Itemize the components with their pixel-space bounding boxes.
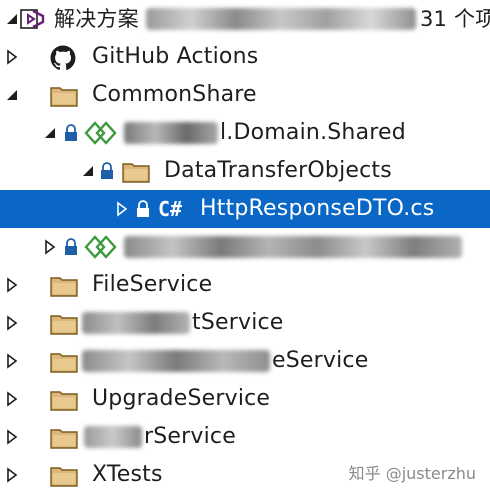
folder-icon [50,87,78,107]
tree-item-label: DataTransferObjects [164,158,392,183]
tree-item-label: eService [272,348,369,373]
solution-explorer-tree: 解决方案 31 个项 GitHub Actions CommonShare l.… [0,0,490,500]
collapsed-arrow-icon[interactable] [4,467,20,483]
tree-item-fileservice[interactable]: FileService [0,266,490,304]
watermark: 知乎 @justerzhu [348,464,476,483]
tree-item-label: UpgradeService [92,386,271,411]
tree-item-commonshare[interactable]: CommonShare [0,76,490,114]
collapsed-arrow-icon[interactable] [4,429,20,445]
tree-item-label: CommonShare [92,82,257,107]
folder-icon [122,163,150,183]
folder-icon [50,391,78,411]
collapsed-arrow-icon[interactable] [4,353,20,369]
redacted-project-name [124,236,462,258]
solution-root-row[interactable]: 解决方案 31 个项 [0,0,490,38]
tree-item-label: tService [192,310,284,335]
tree-item-label: XTests [92,462,163,487]
folder-icon [50,277,78,297]
collapsed-arrow-icon[interactable] [4,315,20,331]
solution-label: 解决方案 [54,7,139,31]
collapsed-arrow-icon[interactable] [114,201,130,217]
collapsed-arrow-icon[interactable] [4,49,20,65]
expanded-arrow-icon[interactable] [42,125,58,141]
redacted-solution-name [146,8,416,30]
lock-icon [65,238,77,255]
tree-item-label: FileService [92,272,213,297]
expanded-arrow-icon[interactable] [4,87,20,103]
visual-studio-solution-icon [20,9,45,29]
redacted-folder-name [82,350,270,372]
folder-icon [50,353,78,373]
lock-icon [101,162,113,179]
csharp-project-icon [84,235,117,259]
tree-item-github-actions[interactable]: GitHub Actions [0,38,490,76]
solution-project-count: 31 个项 [420,7,490,31]
csharp-file-icon: C# [158,197,183,221]
expanded-arrow-icon[interactable] [4,11,20,27]
lock-icon [137,200,149,217]
folder-icon [50,315,78,335]
tree-item-label: GitHub Actions [92,44,259,69]
collapsed-arrow-icon[interactable] [4,277,20,293]
tree-item-label: rService [144,424,236,449]
folder-icon [50,467,78,487]
tree-item-datatransferobjects[interactable]: DataTransferObjects [0,152,490,190]
csharp-project-icon [84,121,117,145]
tree-item-label: HttpResponseDTO.cs [200,196,435,221]
tree-item-httpresponsedto-file[interactable]: C# HttpResponseDTO.cs [0,190,490,228]
tree-item-redacted-project[interactable] [0,228,490,266]
folder-icon [50,429,78,449]
github-icon [50,45,76,71]
tree-item-domain-shared-project[interactable]: l.Domain.Shared [0,114,490,152]
lock-icon [65,124,77,141]
tree-item-redacted-tservice[interactable]: tService [0,304,490,342]
tree-item-label: l.Domain.Shared [220,120,406,145]
tree-item-redacted-rservice[interactable]: rService [0,418,490,456]
collapsed-arrow-icon[interactable] [42,239,58,255]
tree-item-redacted-eservice[interactable]: eService [0,342,490,380]
expanded-arrow-icon[interactable] [80,163,96,179]
collapsed-arrow-icon[interactable] [4,391,20,407]
redacted-project-name [124,122,218,144]
redacted-folder-name [84,426,142,448]
redacted-folder-name [82,312,190,334]
tree-item-upgradeservice[interactable]: UpgradeService [0,380,490,418]
